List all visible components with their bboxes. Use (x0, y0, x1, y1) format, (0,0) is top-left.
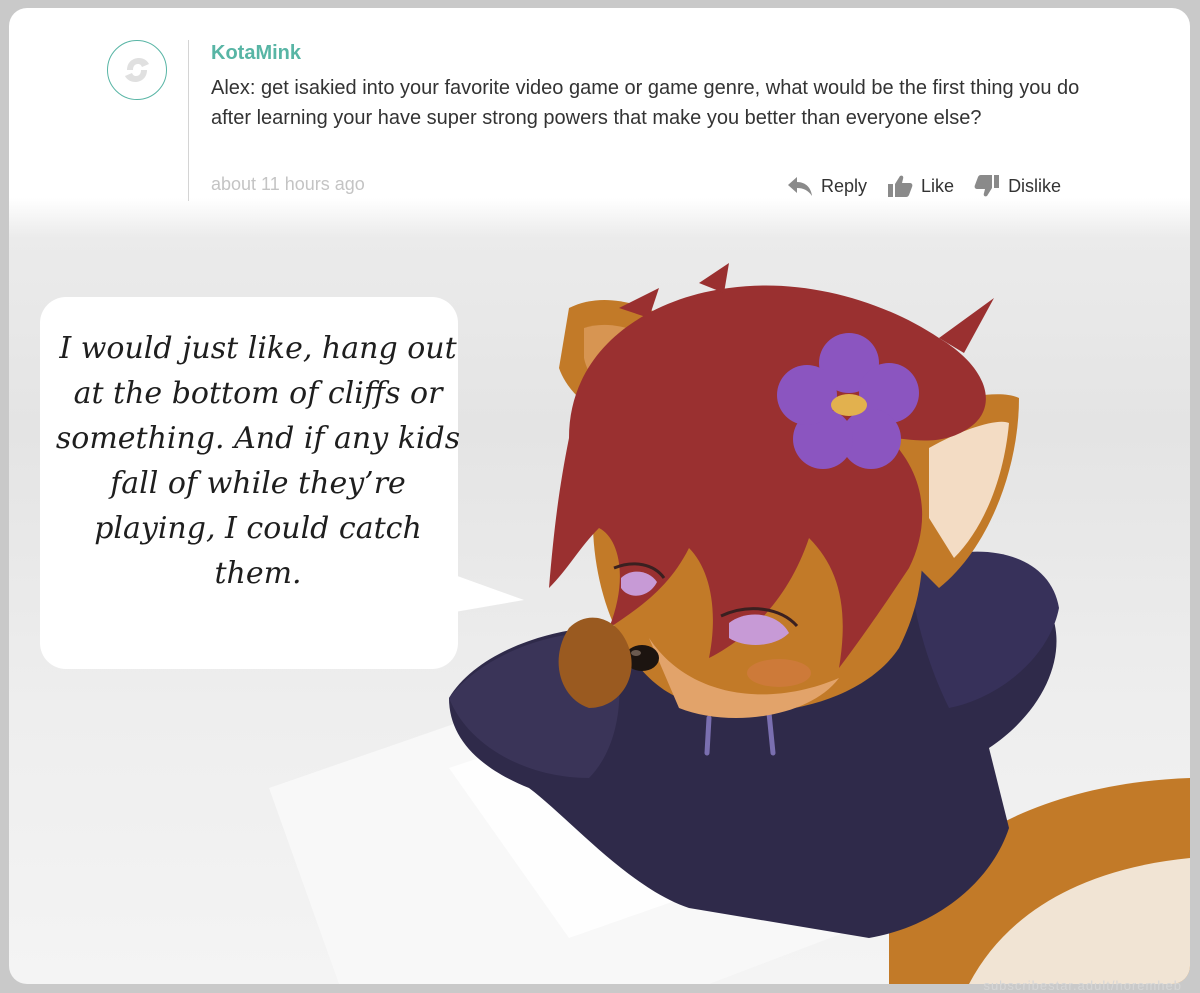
dislike-label: Dislike (1008, 175, 1062, 196)
comment-timestamp: about 11 hours ago (211, 174, 365, 194)
comment-card: KotaMink Alex: get isakied into your fav… (9, 8, 1190, 984)
reply-button[interactable]: Reply (787, 175, 867, 197)
reply-arrow-icon (788, 177, 812, 196)
watermark: subscribestar.adult/horemheb (983, 978, 1182, 993)
thumbs-up-icon (888, 175, 913, 197)
comment-divider (188, 40, 189, 201)
comment-body: Alex: get isakied into your favorite vid… (211, 77, 1080, 129)
dislike-button[interactable]: Dislike (974, 174, 1061, 198)
like-button[interactable]: Like (887, 174, 954, 198)
comment-username[interactable]: KotaMink (211, 42, 301, 65)
thumbs-down-icon (974, 175, 1000, 197)
user-avatar[interactable] (107, 40, 167, 100)
speech-bubble-tail (449, 573, 524, 613)
comment-actions: Reply Like Dislike (787, 174, 1061, 198)
reply-label: Reply (821, 175, 868, 196)
speech-bubble-text: I would just like, hang out at the botto… (55, 331, 461, 591)
avatar-logo-icon (125, 58, 149, 82)
like-label: Like (921, 175, 955, 196)
